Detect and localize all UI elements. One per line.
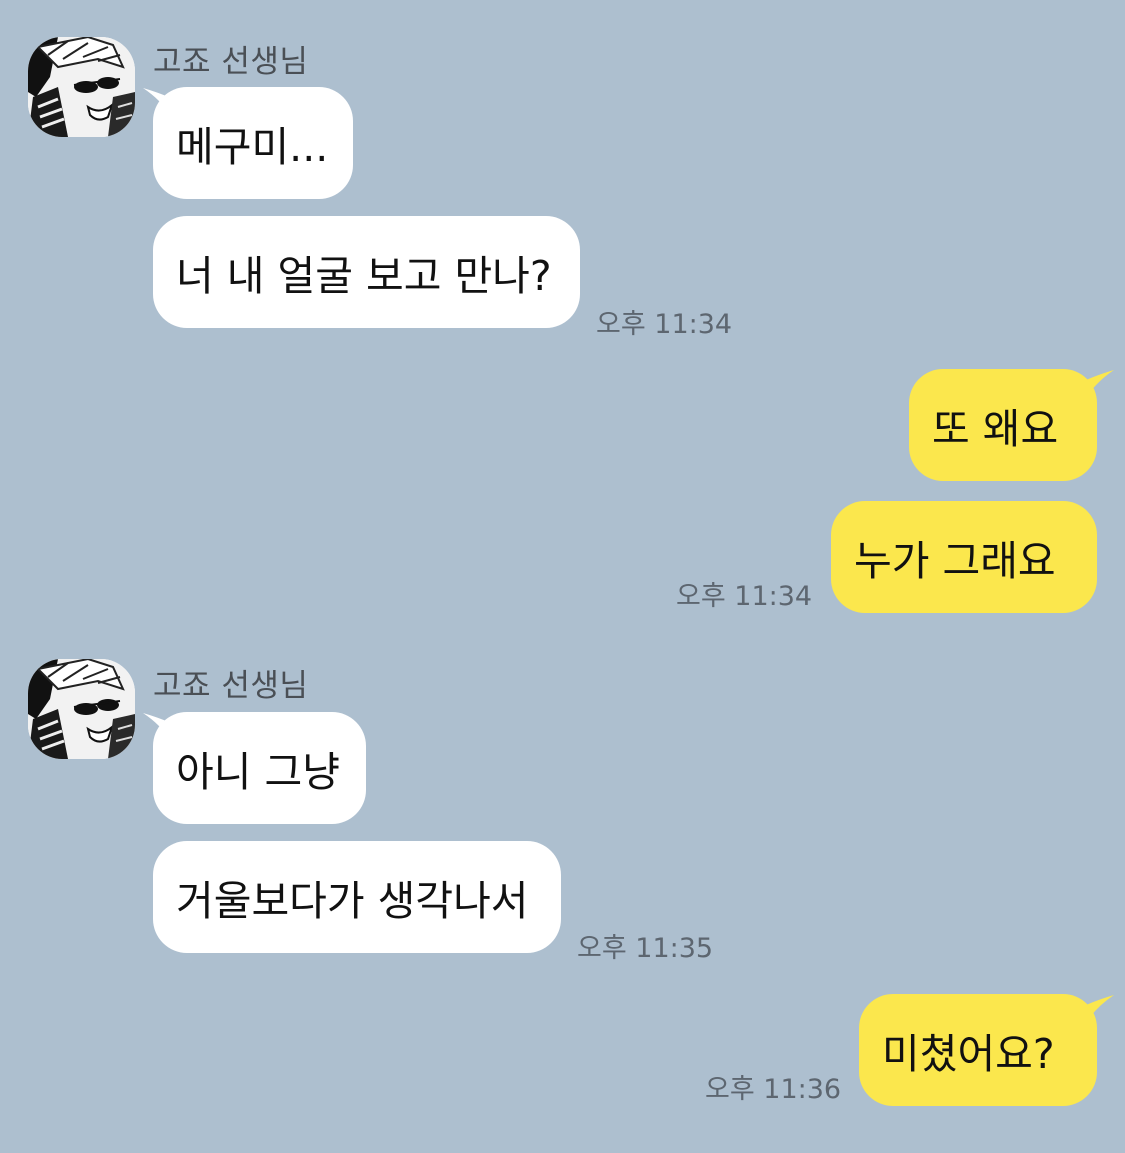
- sender-name: 고죠 선생님: [153, 668, 309, 704]
- avatar[interactable]: [28, 37, 135, 137]
- message-bubble-incoming[interactable]: 아니 그냥: [153, 712, 366, 824]
- message-text: 또 왜요: [932, 405, 1059, 453]
- message-bubble-outgoing[interactable]: 누가 그래요: [831, 501, 1097, 613]
- message-bubble-incoming[interactable]: 메구미...: [153, 87, 353, 199]
- message-text: 너 내 얼굴 보고 만나?: [176, 252, 552, 300]
- message-bubble-incoming[interactable]: 너 내 얼굴 보고 만나?: [153, 216, 580, 328]
- message-timestamp: 오후 11:36: [705, 1074, 842, 1105]
- avatar-image: [28, 37, 135, 137]
- message-timestamp: 오후 11:35: [577, 933, 714, 964]
- message-bubble-incoming[interactable]: 거울보다가 생각나서: [153, 841, 561, 953]
- sender-name: 고죠 선생님: [153, 44, 309, 80]
- message-timestamp: 오후 11:34: [596, 309, 733, 340]
- message-bubble-outgoing[interactable]: 미쳤어요?: [859, 994, 1097, 1106]
- message-timestamp: 오후 11:34: [676, 581, 813, 612]
- message-text: 미쳤어요?: [882, 1030, 1055, 1078]
- message-text: 거울보다가 생각나서: [176, 877, 529, 925]
- avatar-image: [28, 659, 135, 759]
- message-text: 누가 그래요: [854, 537, 1056, 585]
- avatar[interactable]: [28, 659, 135, 759]
- message-bubble-outgoing[interactable]: 또 왜요: [909, 369, 1097, 481]
- message-text: 아니 그냥: [176, 748, 340, 796]
- message-text: 메구미...: [176, 123, 329, 171]
